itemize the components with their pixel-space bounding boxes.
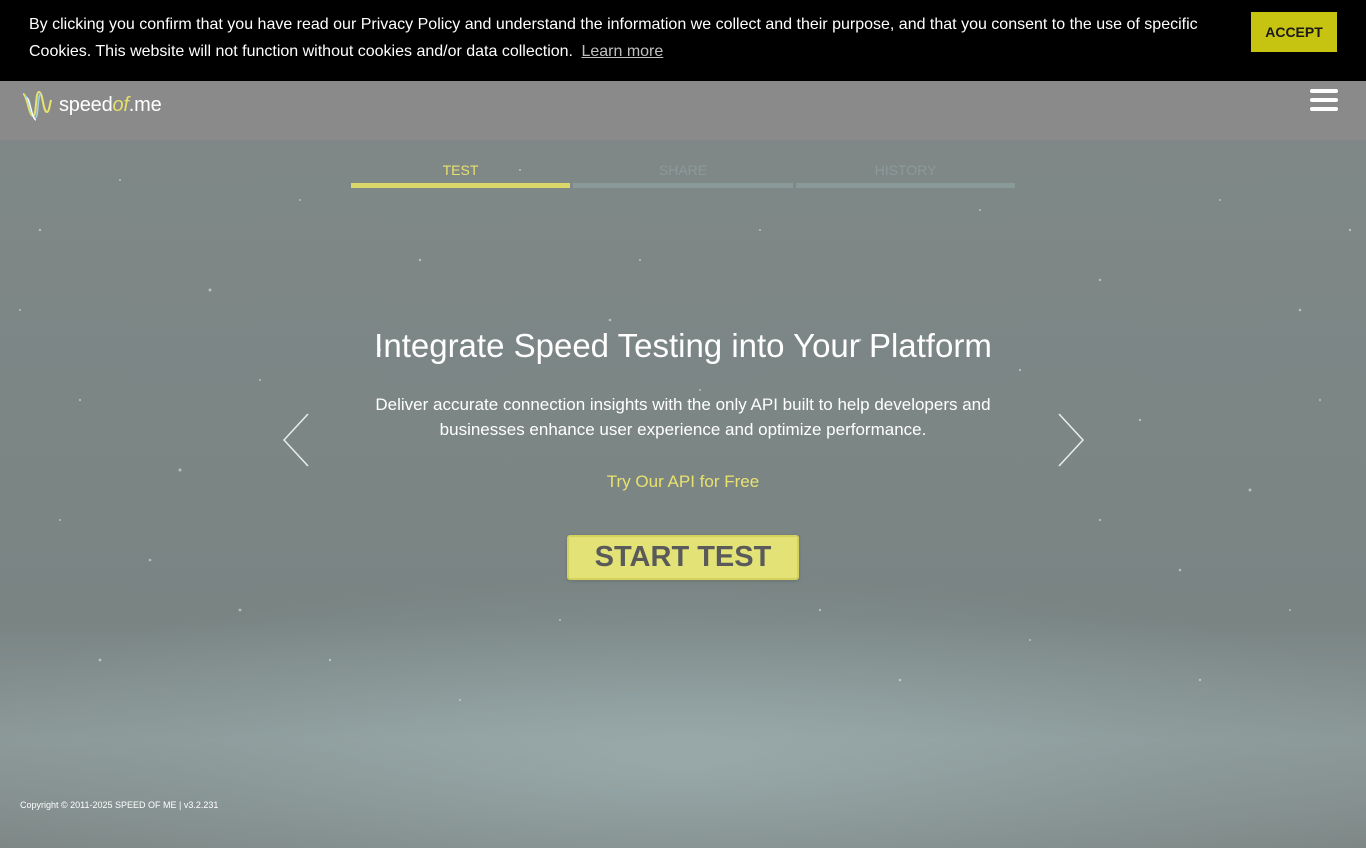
tab-history[interactable]: HISTORY [796, 160, 1015, 188]
start-test-button[interactable]: START TEST [567, 535, 799, 580]
speedofme-logo[interactable]: speedof.me [21, 88, 162, 122]
try-api-link[interactable]: Try Our API for Free [280, 470, 1086, 494]
tab-share-indicator [573, 183, 793, 188]
tab-share[interactable]: SHARE [573, 160, 793, 188]
hamburger-icon[interactable] [1310, 89, 1338, 113]
tab-test-indicator [351, 183, 570, 188]
wave-logo-icon [22, 90, 52, 121]
tab-test[interactable]: TEST [351, 160, 570, 188]
main-tabs: TEST SHARE HISTORY [351, 160, 1015, 188]
tab-share-label: SHARE [658, 162, 708, 178]
learn-more-link[interactable]: Learn more [581, 43, 663, 60]
tab-test-label: TEST [442, 162, 479, 178]
tab-history-indicator [796, 183, 1015, 188]
cookie-consent-banner: By clicking you confirm that you have re… [0, 0, 1366, 81]
site-header: speedof.me [0, 81, 1366, 140]
tab-history-label: HISTORY [874, 162, 937, 178]
logo-wordmark: speedof.me [59, 94, 162, 117]
slide-description: Deliver accurate connection insights wit… [375, 395, 991, 439]
chevron-right-icon[interactable] [1055, 412, 1085, 468]
footer-copyright: Copyright © 2011-2025 SPEED OF ME | v3.2… [20, 800, 219, 810]
accept-cookies-button[interactable]: ACCEPT [1251, 12, 1337, 52]
chevron-left-icon[interactable] [282, 412, 312, 468]
logo-of: of [112, 93, 129, 116]
cookie-consent-text: By clicking you confirm that you have re… [29, 11, 1229, 65]
logo-speed: speed [59, 93, 113, 116]
slide-title: Integrate Speed Testing into Your Platfo… [374, 327, 992, 364]
logo-me: .me [128, 93, 162, 116]
promo-carousel: Integrate Speed Testing into Your Platfo… [280, 320, 1086, 520]
